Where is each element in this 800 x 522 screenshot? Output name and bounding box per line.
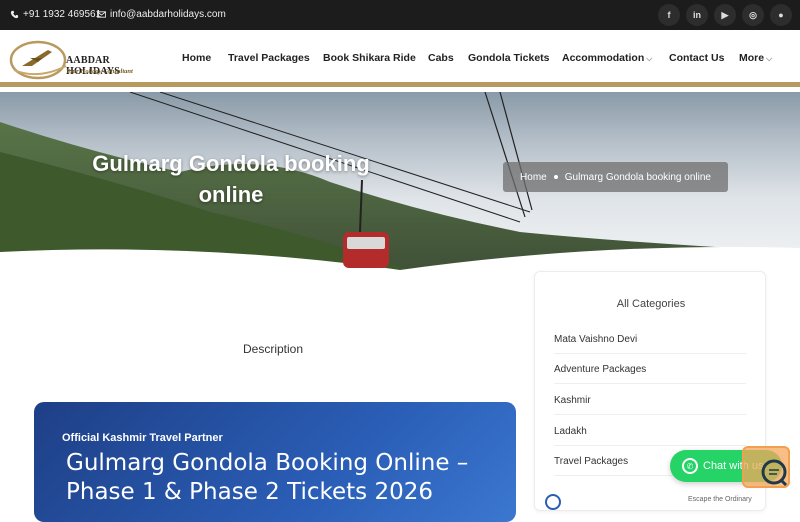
email-address: info@aabdarholidays.com bbox=[110, 9, 226, 20]
nav-cabs[interactable]: Cabs bbox=[428, 52, 454, 64]
instagram-icon[interactable]: ◎ bbox=[742, 4, 764, 26]
chevron-down-icon: ⌵ bbox=[646, 54, 653, 63]
search-widget-button[interactable] bbox=[742, 446, 790, 488]
site-header: AABDAR HOLIDAYS Your Holiday Consultant … bbox=[0, 30, 800, 87]
whatsapp-icon: ✆ bbox=[682, 458, 698, 474]
brand-tagline: Your Holiday Consultant bbox=[66, 68, 133, 75]
nav-more[interactable]: More ⌵ bbox=[739, 52, 772, 64]
phone-contact[interactable]: +91 1932 469561 bbox=[10, 9, 101, 20]
sidebar-banner-logo-icon bbox=[545, 494, 561, 510]
mail-icon bbox=[97, 11, 106, 18]
category-item[interactable]: Adventure Packages bbox=[554, 364, 746, 384]
promo-heading: Gulmarg Gondola Booking Online – Phase 1… bbox=[66, 450, 469, 505]
nav-accommodation[interactable]: Accommodation ⌵ bbox=[562, 52, 652, 64]
linkedin-icon[interactable]: in bbox=[686, 4, 708, 26]
category-item[interactable]: Ladakh bbox=[554, 426, 746, 446]
breadcrumb-separator bbox=[553, 175, 558, 179]
nav-accommodation-label: Accommodation bbox=[562, 52, 645, 64]
nav-book-shikara[interactable]: Book Shikara Ride bbox=[323, 52, 416, 64]
nav-home[interactable]: Home bbox=[182, 52, 211, 64]
social-links: f in ▶ ◎ ● bbox=[658, 4, 792, 26]
phone-icon bbox=[10, 10, 19, 19]
logo-emblem-icon bbox=[9, 40, 67, 80]
nav-contact-us[interactable]: Contact Us bbox=[669, 52, 724, 64]
promo-kicker: Official Kashmir Travel Partner bbox=[62, 432, 223, 444]
promo-card: Official Kashmir Travel Partner Gulmarg … bbox=[34, 402, 516, 522]
reddit-icon[interactable]: ● bbox=[770, 4, 792, 26]
chevron-down-icon: ⌵ bbox=[766, 54, 773, 63]
categories-heading: All Categories bbox=[616, 298, 686, 310]
top-bar: +91 1932 469561 info@aabdarholidays.com … bbox=[0, 0, 800, 30]
phone-number: +91 1932 469561 bbox=[23, 9, 102, 20]
facebook-icon[interactable]: f bbox=[658, 4, 680, 26]
nav-more-label: More bbox=[739, 52, 765, 64]
search-icon bbox=[761, 459, 788, 487]
hero-banner: Gulmarg Gondola booking online Home Gulm… bbox=[0, 92, 800, 270]
site-logo[interactable]: AABDAR HOLIDAYS Your Holiday Consultant bbox=[8, 36, 158, 82]
breadcrumb-current: Gulmarg Gondola booking online bbox=[564, 171, 711, 183]
category-item[interactable]: Kashmir bbox=[554, 395, 746, 415]
breadcrumb: Home Gulmarg Gondola booking online bbox=[503, 162, 728, 192]
page-title: Gulmarg Gondola booking online bbox=[92, 151, 370, 207]
nav-gondola-tickets[interactable]: Gondola Tickets bbox=[468, 52, 550, 64]
breadcrumb-home[interactable]: Home bbox=[520, 172, 547, 183]
nav-travel-packages[interactable]: Travel Packages bbox=[228, 52, 310, 64]
category-item[interactable]: Mata Vaishno Devi bbox=[554, 334, 746, 354]
tab-description[interactable]: Description bbox=[243, 342, 303, 356]
youtube-icon[interactable]: ▶ bbox=[714, 4, 736, 26]
email-contact[interactable]: info@aabdarholidays.com bbox=[97, 9, 226, 20]
